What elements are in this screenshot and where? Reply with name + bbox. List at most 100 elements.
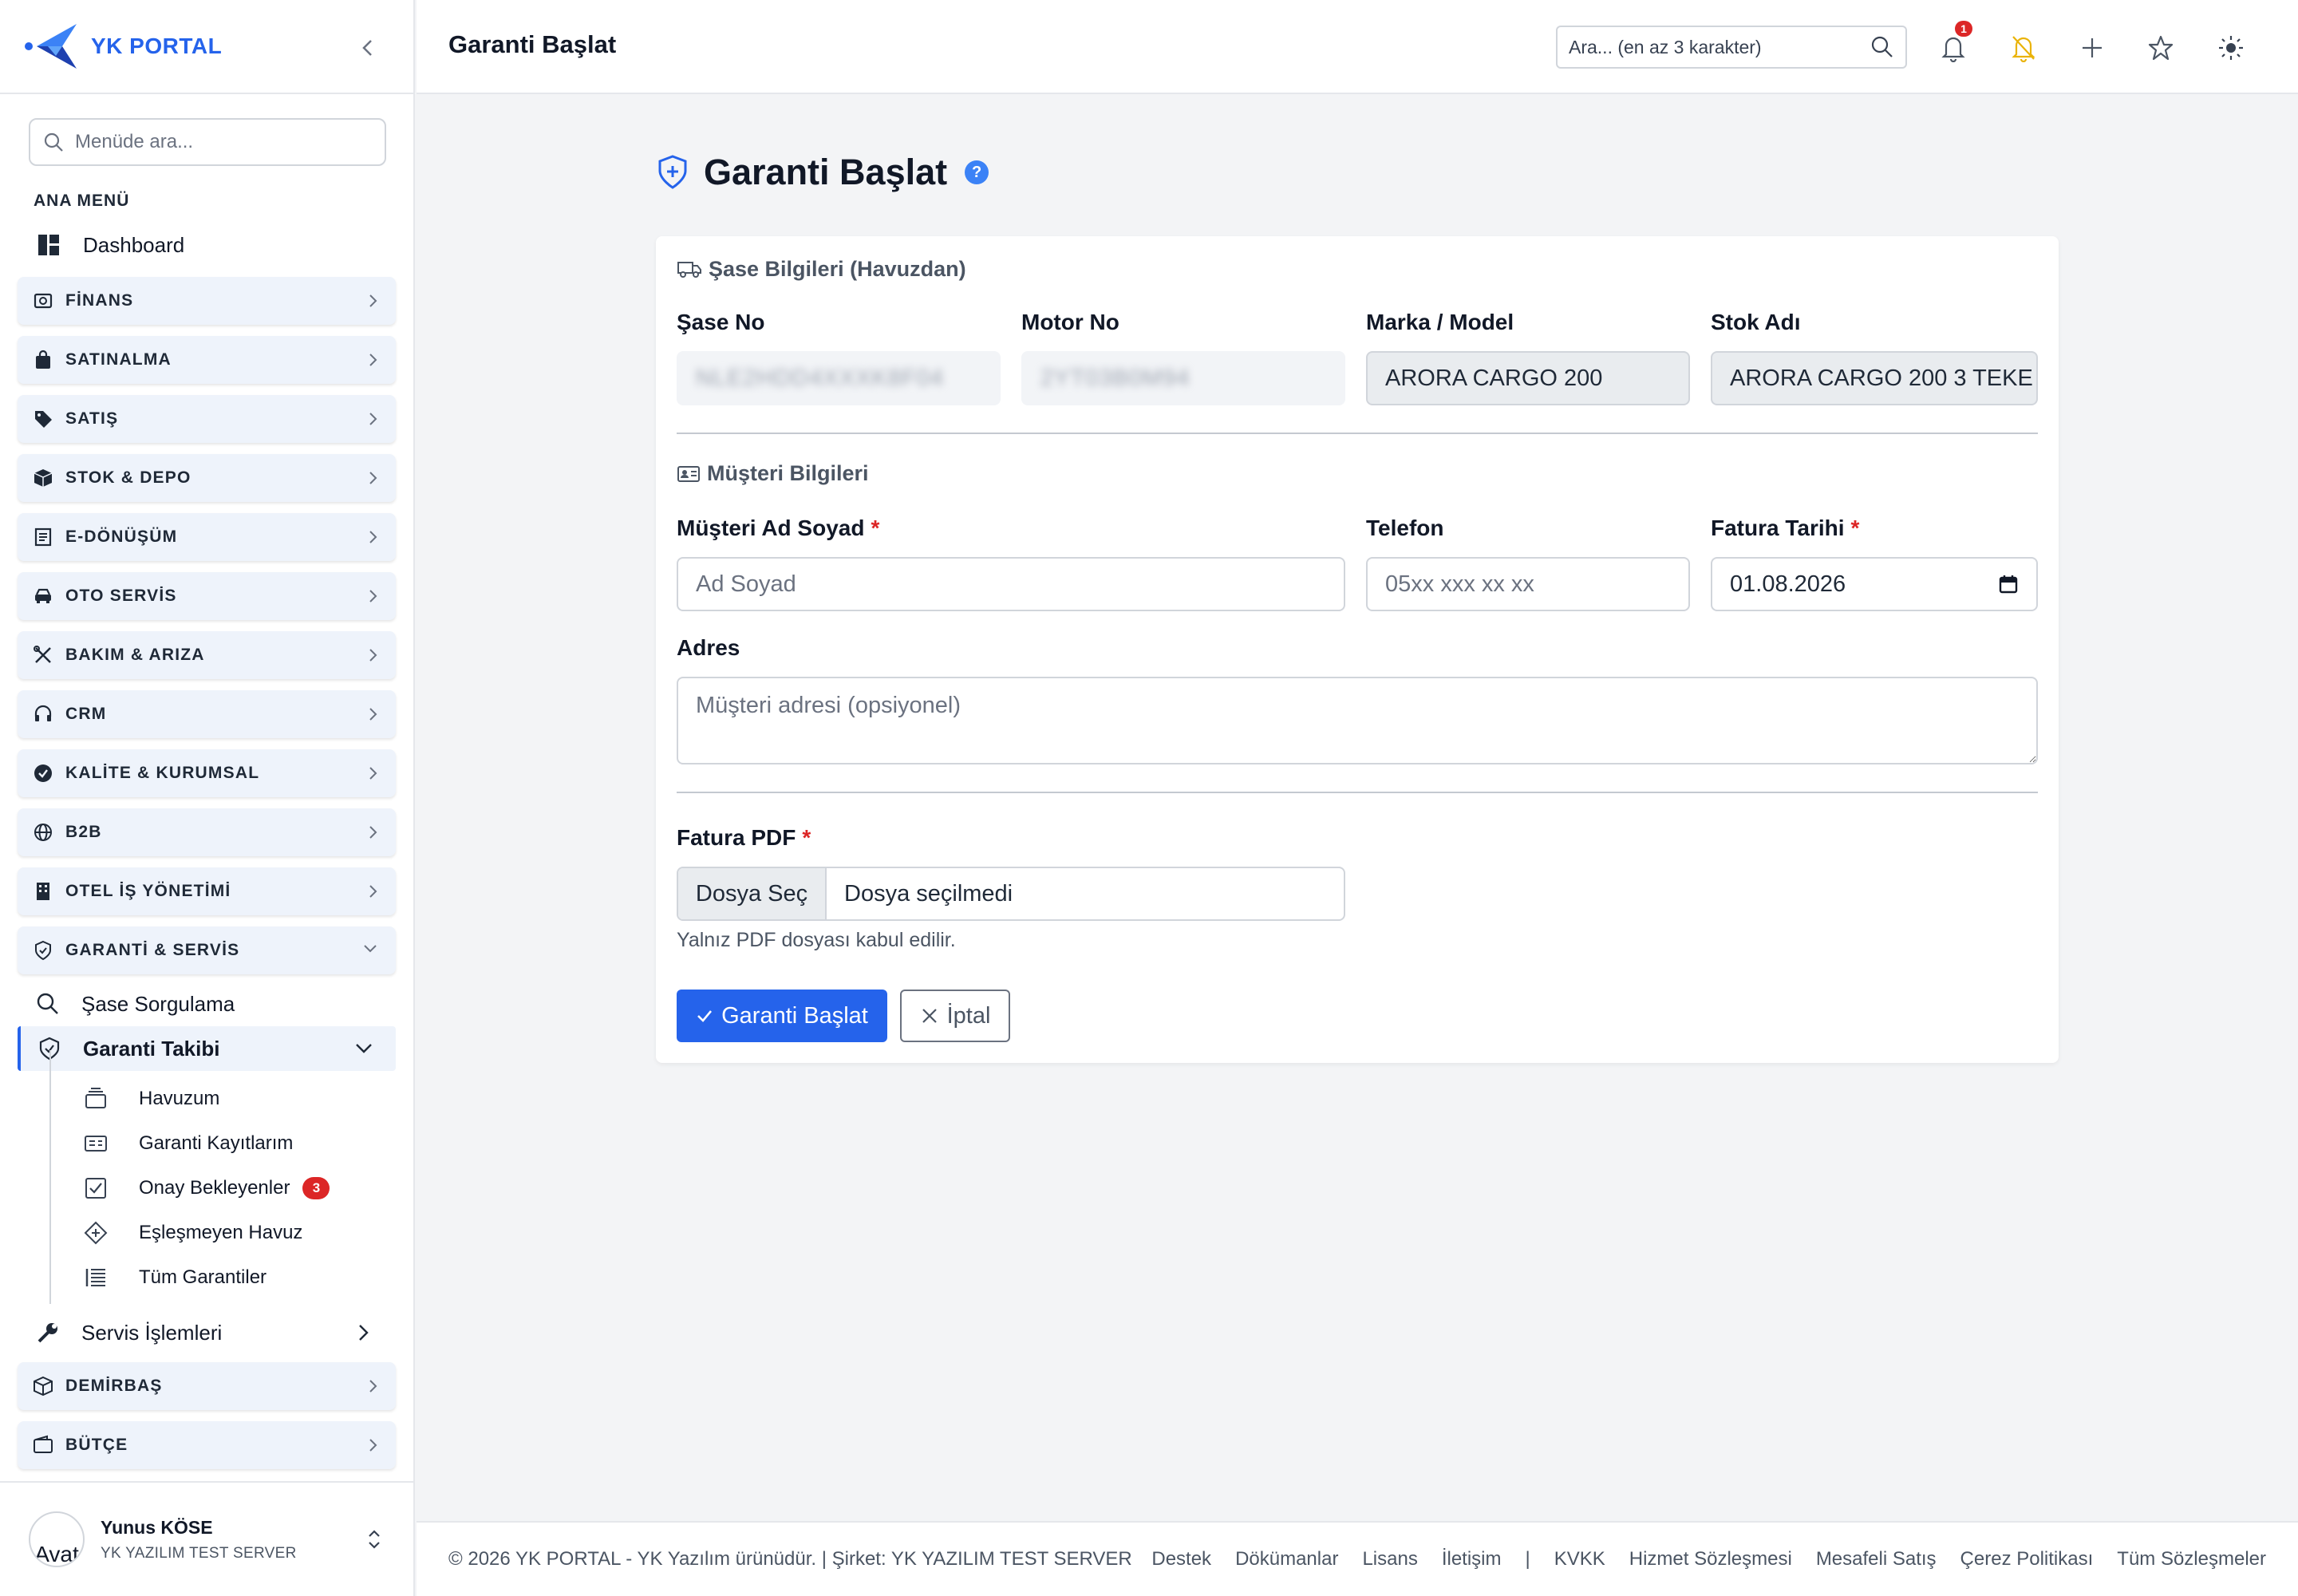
brand-name: YK PORTAL [91,34,223,58]
global-search-input[interactable] [1569,36,1870,58]
sidebar-group-fixed-assets[interactable]: DEMİRBAŞ [18,1362,396,1410]
invoice-pdf-input[interactable]: Dosya Seç Dosya seçilmedi [677,867,1345,921]
inbox-icon [83,1086,109,1112]
start-warranty-button[interactable]: Garanti Başlat [677,990,887,1042]
customer-name-label: Müşteri Ad Soyad * [677,516,879,541]
sidebar-item-label: Eşleşmeyen Havuz [139,1222,303,1243]
mute-notifications-button[interactable] [2008,32,2039,64]
list-icon [83,1265,109,1290]
sidebar-item-label: Şase Sorgulama [81,991,235,1016]
sidebar-item-pending-approval[interactable]: Onay Bekleyenler 3 [83,1168,330,1208]
user-profile[interactable]: Avat Yunus KÖSE YK YAZILIM TEST SERVER [0,1481,413,1596]
chevron-right-icon [367,883,378,899]
wallet-icon [32,1434,54,1456]
id-card-icon [677,464,701,484]
sidebar-group-warranty[interactable]: GARANTİ & SERVİS [18,926,396,974]
footer-links: Destek Dökümanlar Lisans İletişim | KVKK… [1127,1548,2266,1570]
chevron-right-icon [367,824,378,840]
sidebar-group-finance[interactable]: FİNANS [18,277,396,325]
tree-line [49,1050,51,1304]
chevron-up-down-icon[interactable] [365,1527,383,1551]
sidebar-group-stock[interactable]: STOK & DEPO [18,454,396,502]
chevron-right-icon [353,1321,375,1344]
choose-file-button[interactable]: Dosya Seç [678,868,827,919]
footer-link-all-agreements[interactable]: Tüm Sözleşmeler [2117,1548,2266,1570]
sidebar-group-label: STOK & DEPO [65,468,192,487]
sidebar-item-warranty-tracking[interactable]: Garanti Takibi [18,1026,396,1071]
sidebar-item-service-operations[interactable]: Servis İşlemleri [18,1310,396,1355]
sidebar-group-quality[interactable]: KALİTE & KURUMSAL [18,749,396,797]
copyright: © 2026 YK PORTAL - YK Yazılım ürünüdür. … [448,1548,1132,1570]
brand-model-label: Marka / Model [1366,310,1514,334]
footer-link-kvkk[interactable]: KVKK [1554,1548,1605,1570]
menu-search[interactable] [29,118,386,166]
footer-link-cookie-policy[interactable]: Çerez Politikası [1960,1548,2094,1570]
footer-separator: | [1525,1548,1530,1570]
collapse-sidebar-button[interactable] [356,36,380,60]
required-mark: * [871,516,880,540]
menu-search-input[interactable] [75,131,362,153]
user-name: Yunus KÖSE [101,1516,213,1538]
sidebar-group-crm[interactable]: CRM [18,690,396,738]
divider [677,433,2038,434]
chevron-right-icon [367,470,378,486]
calendar-icon[interactable] [1998,574,2019,595]
global-search[interactable] [1556,26,1907,69]
sidebar-item-chassis-query[interactable]: Şase Sorgulama [18,982,396,1026]
add-button[interactable] [2076,32,2108,64]
footer-link-contact[interactable]: İletişim [1442,1548,1502,1570]
sidebar-group-budget[interactable]: BÜTÇE [18,1421,396,1469]
sidebar-group-auto-service[interactable]: OTO SERVİS [18,572,396,620]
sidebar-group-hotel[interactable]: OTEL İŞ YÖNETİMİ [18,867,396,915]
search-icon[interactable] [1870,35,1894,59]
sidebar-item-my-pool[interactable]: Havuzum [83,1079,219,1119]
customer-name-input[interactable] [677,557,1345,611]
shield-plus-icon [656,154,689,191]
chevron-right-icon [367,352,378,368]
phone-input[interactable] [1366,557,1690,611]
check-square-icon [83,1175,109,1201]
stock-name-field: ARORA CARGO 200 3 TEKE [1711,351,2038,405]
divider [677,792,2038,793]
sidebar-group-label: BÜTÇE [65,1436,128,1454]
footer-link-support[interactable]: Destek [1151,1548,1211,1570]
plus-icon [2080,36,2104,60]
chassis-section-header: Şase Bilgileri (Havuzdan) [677,257,966,282]
sidebar-group-label: B2B [65,823,102,841]
user-company: YK YAZILIM TEST SERVER [101,1544,297,1562]
invoice-date-input[interactable]: 01.08.2026 [1711,557,2038,611]
sidebar-item-my-warranty-records[interactable]: Garanti Kayıtlarım [83,1124,293,1163]
sidebar-item-label: Havuzum [139,1088,220,1109]
footer-link-license[interactable]: Lisans [1362,1548,1417,1570]
chevron-right-icon [367,1437,378,1453]
brand: YK PORTAL [0,0,413,94]
sidebar-item-unmatched-pool[interactable]: Eşleşmeyen Havuz [83,1213,302,1253]
cancel-button[interactable]: İptal [900,990,1010,1042]
chevron-right-icon [367,529,378,545]
sidebar-group-e-transformation[interactable]: E-DÖNÜŞÜM [18,513,396,561]
address-textarea[interactable] [677,677,2038,764]
footer-link-service-agreement[interactable]: Hizmet Sözleşmesi [1629,1548,1792,1570]
theme-toggle-button[interactable] [2215,32,2247,64]
finance-icon [32,290,54,312]
sidebar-group-b2b[interactable]: B2B [18,808,396,856]
address-label: Adres [677,635,740,660]
topbar-title: Garanti Başlat [448,30,617,58]
footer-link-distance-sales[interactable]: Mesafeli Satış [1816,1548,1937,1570]
sidebar-group-label: E-DÖNÜŞÜM [65,527,178,546]
cancel-label: İptal [946,1002,991,1029]
notifications-button[interactable]: 1 [1937,21,1972,64]
sidebar-group-sales[interactable]: SATIŞ [18,395,396,443]
sidebar-item-all-warranties[interactable]: Tüm Garantiler [83,1258,267,1298]
footer-link-docs[interactable]: Dökümanlar [1235,1548,1338,1570]
sidebar-item-label: Tüm Garantiler [139,1266,267,1288]
sidebar-item-dashboard[interactable]: Dashboard [35,225,184,265]
favorites-button[interactable] [2145,32,2177,64]
sidebar-group-purchasing[interactable]: SATINALMA [18,336,396,384]
required-mark: * [802,825,811,850]
help-icon[interactable]: ? [965,160,989,184]
sidebar-group-maintenance[interactable]: BAKIM & ARIZA [18,631,396,679]
search-icon [43,132,64,152]
box-icon [32,1375,54,1397]
sidebar: YK PORTAL ANA MENÜ Dashboard FİNANS SATI… [0,0,415,1596]
